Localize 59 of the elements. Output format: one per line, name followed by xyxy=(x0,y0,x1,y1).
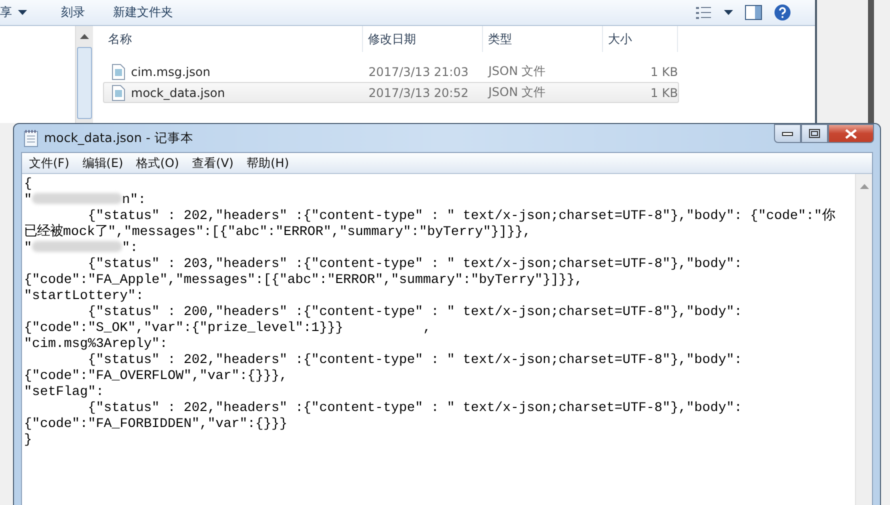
caret-icon[interactable] xyxy=(724,10,733,15)
file-size: 1 KB xyxy=(649,86,678,100)
text-line: {"code":"S_OK","var":{"prize_level":1}}} , xyxy=(24,320,431,335)
file-date: 2017/3/13 21:03 xyxy=(368,64,470,78)
column-header[interactable]: 修改日期 xyxy=(363,26,483,52)
file-row[interactable]: mock_data.json 2017/3/13 20:52 JSON 文件 1 KB xyxy=(103,82,679,103)
text-line: {"status" : 202,"headers" :{"content-type" : " text/x-json;charset=UTF-8"},"body": {"code":"你 xyxy=(86,208,835,223)
file-type: JSON 文件 xyxy=(486,63,547,80)
text-line: "cim.msg%3Areply": xyxy=(24,336,168,351)
help-icon[interactable] xyxy=(774,4,791,21)
menu-item[interactable]: 编辑(E) xyxy=(76,154,130,172)
close-icon xyxy=(845,128,857,138)
text-line: {"status" : 202,"headers" :{"content-type" : " text/x-json;charset=UTF-8"},"body": xyxy=(86,352,742,367)
file-date: 2017/3/13 20:52 xyxy=(368,86,470,100)
file-type: JSON 文件 xyxy=(486,84,547,101)
maximize-icon xyxy=(809,129,820,138)
file-icon xyxy=(112,64,125,80)
column-header[interactable]: 类型 xyxy=(483,26,603,52)
text-line: } xyxy=(24,432,32,447)
text-line: "startLottery": xyxy=(24,288,144,303)
file-name: cim.msg.json xyxy=(131,64,210,78)
file-row[interactable]: cim.msg.json 2017/3/13 21:03 JSON 文件 1 KB xyxy=(103,61,679,82)
text-line: {"status" : 202,"headers" :{"content-type" : " text/x-json;charset=UTF-8"},"body": xyxy=(86,400,742,415)
file-icon xyxy=(112,84,125,100)
minimize-button[interactable] xyxy=(774,124,801,143)
text-line: {"code":"FA_OVERFLOW","var":{}}}, xyxy=(24,368,288,383)
window-title: mock_data.json - 记事本 xyxy=(44,130,194,146)
scrollbar-thumb[interactable] xyxy=(77,47,92,119)
toolbar-button[interactable]: 享 xyxy=(0,2,33,24)
text-line: {"code":"FA_FORBIDDEN","var":{}}} xyxy=(24,416,288,431)
text-line: 已经被mock了","messages":[{"abc":"ERROR","summary":"byTerry"}]}}, xyxy=(24,224,531,239)
file-size: 1 KB xyxy=(649,64,678,78)
text-line: { xyxy=(24,176,32,191)
text-line: {"status" : 200,"headers" :{"content-type" : " text/x-json;charset=UTF-8"},"body": xyxy=(86,304,742,319)
column-header[interactable]: 大小 xyxy=(603,26,678,52)
scroll-up-icon[interactable] xyxy=(80,34,89,39)
text-line: n": xyxy=(122,192,146,207)
text-line: {"code":"FA_Apple","messages":[{"abc":"ERROR","summary":"byTerry"}]}}, xyxy=(24,272,583,287)
text-line: " xyxy=(24,192,32,207)
scrollbar[interactable] xyxy=(75,26,93,123)
menu-item[interactable]: 格式(O) xyxy=(130,154,186,172)
close-button[interactable] xyxy=(828,124,874,143)
toolbar-button[interactable]: 刻录 xyxy=(55,2,91,24)
view-list-icon[interactable] xyxy=(696,6,712,20)
text-line: "setFlag": xyxy=(24,384,104,399)
column-header[interactable]: 名称 xyxy=(103,26,363,52)
menu-item[interactable]: 查看(V) xyxy=(186,154,240,172)
maximize-button[interactable] xyxy=(801,124,828,143)
menu-item[interactable]: 帮助(H) xyxy=(240,154,295,172)
notepad-icon xyxy=(24,130,38,146)
toolbar-button[interactable]: 新建文件夹 xyxy=(107,2,179,24)
menu-item[interactable]: 文件(F) xyxy=(23,154,76,172)
scrollbar[interactable] xyxy=(855,174,872,505)
file-name: mock_data.json xyxy=(131,86,225,100)
text-line: " xyxy=(24,240,32,255)
preview-pane-icon[interactable] xyxy=(745,5,762,20)
minimize-icon xyxy=(782,132,793,136)
text-line: ": xyxy=(122,240,138,255)
text-line: {"status" : 203,"headers" :{"content-type" : " text/x-json;charset=UTF-8"},"body": xyxy=(86,256,742,271)
